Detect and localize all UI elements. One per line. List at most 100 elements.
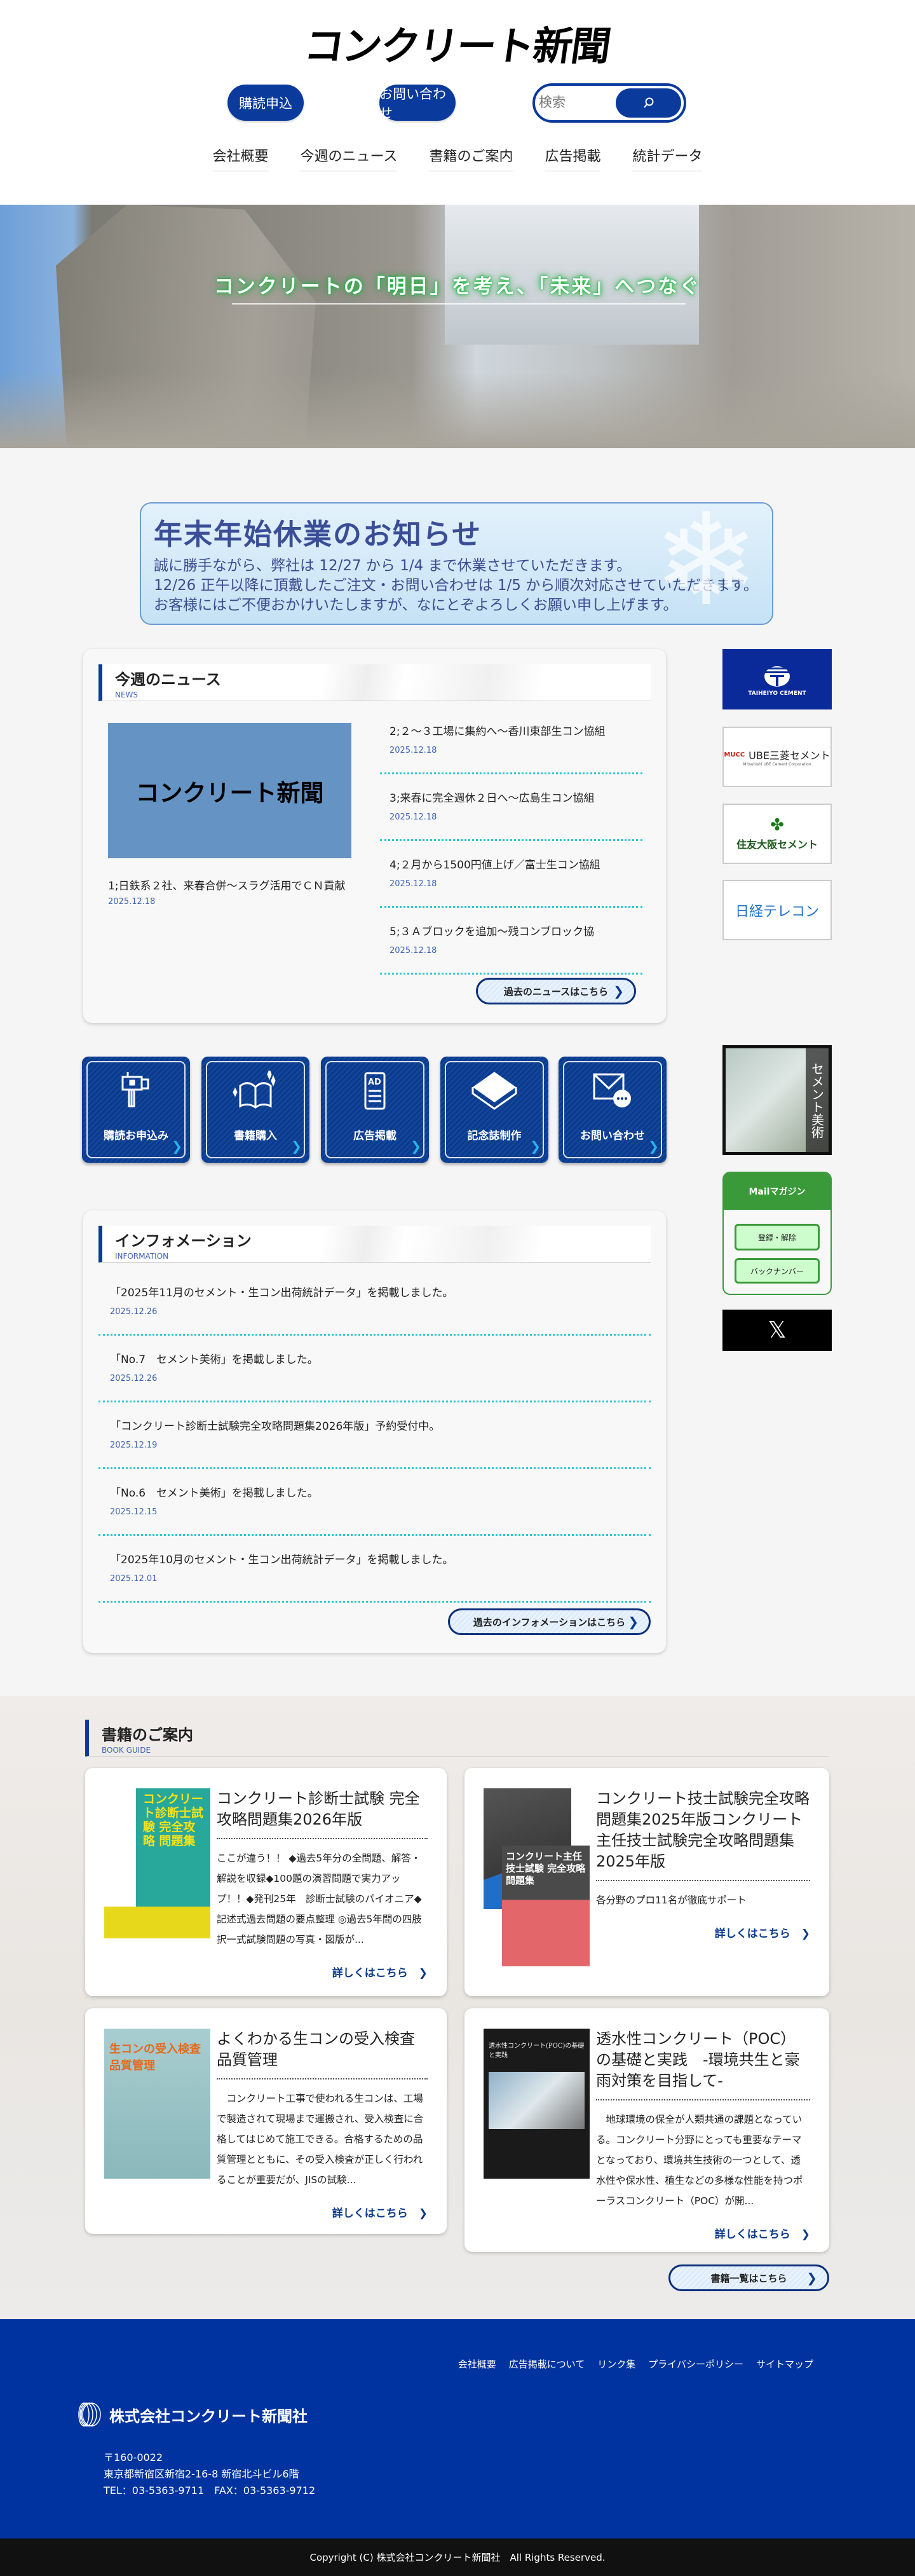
mail-register-button[interactable]: 登録・解除	[735, 1224, 820, 1250]
search-button[interactable]	[616, 88, 681, 118]
footer-phone: TEL：03-5363-9711 FAX：03-5363-9712	[104, 2484, 316, 2497]
nav-news[interactable]: 今週のニュース	[300, 145, 398, 172]
info-item[interactable]: 「2025年11月のセメント・生コン出荷統計データ」を掲載しました。 2025.1…	[98, 1284, 651, 1336]
book-title: 透水性コンクリート（POC）の基礎と実践 -環境共生と豪雨対策を目指して-	[596, 2029, 810, 2100]
book-title: コンクリート技士試験完全攻略問題集2025年版コンクリート主任技士試験完全攻略問…	[596, 1788, 810, 1881]
footer-link-links[interactable]: リンク集	[597, 2357, 635, 2371]
book-cover-text: コンクリート診断士試験 完全攻略 問題集	[142, 1792, 203, 1848]
site-logo[interactable]: コンクリート新聞	[0, 14, 915, 71]
search-input[interactable]	[539, 95, 615, 111]
nav-books[interactable]: 書籍のご案内	[429, 145, 513, 172]
book-detail-label: 詳しくはこちら	[714, 2228, 790, 2241]
cement-art-banner[interactable]: セメント美術	[722, 1045, 832, 1155]
info-item-date: 2025.12.01	[110, 1574, 158, 1584]
book-detail-link[interactable]: 詳しくはこちら ❯	[588, 2225, 810, 2241]
ad-scroll-icon: AD	[321, 1071, 429, 1114]
mail-magazine-box: Mailマガジン 登録・解除 バックナンバー	[722, 1172, 832, 1295]
info-item[interactable]: 「No.7 セメント美術」を掲載しました。 2025.12.26	[98, 1350, 651, 1402]
info-item-date: 2025.12.26	[110, 1307, 158, 1317]
x-logo-icon: 𝕏	[768, 1317, 787, 1343]
info-item-title: 「No.6 セメント美術」を掲載しました。	[110, 1487, 318, 1500]
information-heading: インフォメーション INFORMATION	[98, 1226, 651, 1263]
books-subtitle: BOOK GUIDE	[102, 1746, 151, 1755]
quick-ads-button[interactable]: AD 広告掲載 ❯	[321, 1057, 429, 1163]
taiheiyo-cement-banner[interactable]: TAIHEIYO CEMENT	[722, 649, 832, 709]
news-featured-title[interactable]: 1;日鉄系２社、来春合併～スラグ活用でＣＮ貢献	[108, 877, 346, 893]
nikkei-text: 日経テレコン	[735, 903, 819, 920]
past-news-button[interactable]: 過去のニュースはこちら ❯	[476, 978, 636, 1004]
news-item[interactable]: 4;２月から1500円値上げ／富士生コン協組 2025.12.18	[380, 856, 642, 908]
mail-backnumber-button[interactable]: バックナンバー	[735, 1258, 820, 1284]
mucc-mark: MUCC	[724, 751, 745, 758]
svg-text:AD: AD	[368, 1078, 381, 1087]
book-card[interactable]: 透水性コンクリート(POC)の基礎と実践 透水性コンクリート（POC）の基礎と実…	[464, 2008, 829, 2252]
mail-chat-icon	[559, 1071, 667, 1114]
news-item[interactable]: 3;来春に完全週休２日へ～広島生コン協組 2025.12.18	[380, 789, 642, 841]
sumitomo-osaka-banner[interactable]: ✤ 住友大阪セメント	[722, 804, 832, 864]
hero-ground	[0, 372, 915, 448]
book-cover-image: 生コンの受入検査 品質管理	[104, 2029, 210, 2179]
taiheiyo-logo-icon	[764, 666, 790, 687]
open-book-icon	[201, 1068, 309, 1114]
book-card[interactable]: コンクリート診断士試験 完全攻略 問題集 コンクリート診断士試験 完全攻略問題集…	[85, 1768, 447, 1996]
chevron-right-icon: ❯	[628, 1614, 639, 1629]
hero-banner: コンクリートの「明日」を考え、「未来」へつなぐ	[0, 205, 915, 448]
cement-art-image: セメント美術	[726, 1048, 829, 1152]
book-card[interactable]: 生コンの受入検査 品質管理 よくわかる生コンの受入検査品質管理 コンクリート工事…	[85, 2008, 447, 2234]
contact-button[interactable]: お問い合わせ	[379, 85, 456, 121]
info-item-date: 2025.12.26	[110, 1374, 158, 1383]
nav-company[interactable]: 会社概要	[212, 145, 269, 172]
info-item-title: 「2025年11月のセメント・生コン出荷統計データ」を掲載しました。	[110, 1287, 454, 1299]
nav-ads[interactable]: 広告掲載	[545, 145, 601, 172]
footer-zip: 〒160-0022	[104, 2451, 163, 2463]
book-detail-link[interactable]: 詳しくはこちら ❯	[209, 1964, 428, 1980]
quick-books-button[interactable]: 書籍購入 ❯	[201, 1057, 309, 1163]
taiheiyo-text: TAIHEIYO CEMENT	[748, 690, 806, 697]
info-item[interactable]: 「2025年10月のセメント・生コン出荷統計データ」を掲載しました。 2025.1…	[98, 1551, 651, 1603]
footer-link-privacy[interactable]: プライバシーポリシー	[648, 2357, 743, 2371]
news-title: 今週のニュース	[115, 671, 221, 689]
footer-link-sitemap[interactable]: サイトマップ	[756, 2357, 813, 2371]
company-logo-icon	[78, 2402, 101, 2427]
book-detail-link[interactable]: 詳しくはこちら ❯	[588, 1924, 810, 1940]
news-item[interactable]: 5;３Ａブロックを追加～残コンブロック協 2025.12.18	[380, 922, 642, 975]
ube-mitsubishi-banner[interactable]: MUCC UBE三菱セメント Mitsubishi UBE Cement Corp…	[722, 727, 832, 787]
news-item[interactable]: 2;２～３工場に集約へ～香川東部生コン協組 2025.12.18	[380, 722, 642, 774]
past-information-button[interactable]: 過去のインフォメーションはこちら ❯	[448, 1608, 651, 1635]
search-box	[532, 83, 686, 123]
book-cover-text: 生コンの受入検査 品質管理	[109, 2043, 201, 2072]
book-cover-image: コンクリート診断士試験 完全攻略 問題集	[104, 1788, 210, 1938]
quick-subscribe-button[interactable]: 購読お申込み ❯	[82, 1057, 190, 1163]
chevron-right-icon: ❯	[410, 1139, 421, 1154]
news-featured-image[interactable]: コンクリート新聞	[108, 723, 351, 858]
footer-company-logo[interactable]: 株式会社コンクリート新聞社	[71, 2402, 308, 2427]
nikkei-telecon-banner[interactable]: 日経テレコン	[722, 880, 832, 940]
news-item-title: 5;３Ａブロックを追加～残コンブロック協	[390, 926, 595, 938]
book-cover-text: コンクリート主任技士試験 完全攻略問題集	[502, 1846, 590, 1966]
footer-street: 東京都新宿区新宿2-16-8 新宿北斗ビル6階	[104, 2468, 299, 2480]
book-description: 地球環境の保全が人類共通の課題となっている。コンクリート分野にとっても重要なテー…	[596, 2114, 803, 2207]
global-nav: 会社概要 今週のニュース 書籍のご案内 広告掲載 統計データ	[0, 145, 915, 172]
footer-link-company[interactable]: 会社概要	[458, 2357, 496, 2371]
info-item[interactable]: 「コンクリート診断士試験完全攻略問題集2026年版」予約受付中。 2025.12.…	[98, 1417, 651, 1469]
info-item-title: 「2025年10月のセメント・生コン出荷統計データ」を掲載しました。	[110, 1554, 454, 1566]
footer-link-ads[interactable]: 広告掲載について	[509, 2357, 585, 2371]
news-card: 今週のニュース NEWS コンクリート新聞 1;日鉄系２社、来春合併～スラグ活用…	[83, 649, 666, 1023]
book-list-button[interactable]: 書籍一覧はこちら ❯	[668, 2264, 829, 2291]
site-header: コンクリート新聞 購読申込 お問い合わせ 会社概要 今週のニュース 書籍のご案内…	[0, 0, 915, 205]
nav-stats[interactable]: 統計データ	[632, 145, 703, 172]
subscribe-button[interactable]: 購読申込	[227, 85, 304, 121]
information-subtitle: INFORMATION	[115, 1252, 169, 1261]
info-item-title: 「No.7 セメント美術」を掲載しました。	[110, 1353, 318, 1366]
news-subtitle: NEWS	[115, 690, 139, 699]
holiday-notice-banner[interactable]: ❄ 年末年始休業のお知らせ 誠に勝手ながら、弊社は 12/27 から 1/4 ま…	[140, 502, 773, 625]
x-social-link[interactable]: 𝕏	[722, 1310, 832, 1351]
quick-memorial-button[interactable]: 記念誌制作 ❯	[440, 1057, 548, 1163]
info-item[interactable]: 「No.6 セメント美術」を掲載しました。 2025.12.15	[98, 1484, 651, 1536]
book-detail-link[interactable]: 詳しくはこちら ❯	[209, 2204, 428, 2220]
quick-contact-button[interactable]: お問い合わせ ❯	[559, 1057, 667, 1163]
book-description: コンクリート工事で使われる生コンは、工場で製造されて現場まで運搬され、受入検査に…	[217, 2093, 424, 2186]
sumitomo-logo-icon: ✤	[770, 815, 784, 835]
past-information-label: 過去のインフォメーションはこちら	[473, 1616, 626, 1628]
book-card[interactable]: コンクリート主任技士試験 完全攻略問題集 コンクリート技士試験完全攻略問題集20…	[464, 1768, 829, 1996]
